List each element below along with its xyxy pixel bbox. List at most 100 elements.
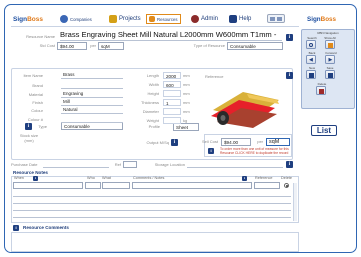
dimension-field[interactable]: 1 (163, 99, 181, 106)
sell-info-icon[interactable]: i (208, 148, 214, 154)
resource-comments-title: Resource Comments (23, 225, 69, 230)
nav-companies-label: Companies (70, 16, 92, 22)
notes-scrollbar[interactable] (293, 183, 297, 221)
storage-info-icon[interactable]: i (286, 161, 293, 168)
note-who-field[interactable] (85, 182, 101, 189)
notes-header-when: When (14, 176, 24, 180)
dimension-label: Thickness (140, 100, 159, 105)
output-label: Output M/Sq (146, 140, 169, 145)
type-label: Type (38, 124, 47, 129)
delete-dot-icon (286, 185, 288, 187)
search-button[interactable] (306, 40, 316, 49)
dimension-label: Height (147, 91, 159, 96)
comments-info-icon[interactable]: i (13, 225, 19, 231)
notes-comments-info-icon[interactable]: i (242, 176, 247, 181)
dimension-field[interactable]: 2000 (163, 72, 181, 79)
show-all-button[interactable] (325, 40, 335, 49)
product-image (207, 82, 287, 130)
reference-label: Reference (205, 74, 224, 79)
dimension-unit: mm (183, 91, 190, 96)
note-comments-field[interactable] (132, 182, 252, 189)
note-delete-button[interactable] (284, 183, 289, 188)
dimension-field[interactable] (163, 117, 181, 124)
search-icon (309, 42, 313, 47)
dimension-unit: mm (183, 100, 190, 105)
type-of-resource-label: Type of Resource (193, 43, 225, 48)
layout-icon-2 (277, 17, 282, 21)
profile-field[interactable]: Sheet (173, 123, 199, 131)
notes-header-who: Who (87, 176, 95, 180)
resource-name-underline (60, 40, 282, 41)
note-when-field[interactable] (13, 182, 83, 189)
show-all-icon (328, 43, 333, 48)
notes-when-info-icon[interactable]: i (33, 176, 38, 181)
header-toggle-button[interactable] (267, 14, 285, 23)
resource-notes-title: Resource Notes (13, 170, 48, 175)
output-info-icon[interactable]: i (171, 139, 178, 146)
ref-field[interactable] (123, 161, 137, 168)
new-button[interactable] (306, 70, 316, 79)
detail-value[interactable]: Brass (63, 72, 75, 77)
detail-label: Colour # (27, 117, 43, 122)
sell-cost-field[interactable]: $94.00 (221, 138, 251, 146)
detail-value[interactable]: Engraving (63, 91, 83, 96)
sell-per-value: sqM (269, 139, 280, 145)
sell-per-field[interactable]: sqM (266, 138, 290, 146)
delete-button[interactable] (316, 86, 326, 95)
type-value: Consumable (64, 124, 90, 129)
forward-button[interactable]: ▶ (325, 55, 335, 64)
nav-admin-label: Admin (201, 16, 219, 22)
notes-header-delete: Delete (281, 176, 292, 180)
note-reference-field[interactable] (254, 182, 280, 189)
forward-arrow-icon: ▶ (328, 56, 333, 63)
nav-help-label: Help (239, 16, 252, 22)
std-per-field[interactable]: sqM (98, 42, 124, 50)
note-what-field[interactable] (102, 182, 130, 189)
nav-admin[interactable]: Admin (191, 15, 218, 23)
note-row-line-3 (13, 210, 291, 211)
type-field[interactable]: Consumable (61, 122, 123, 130)
detail-value[interactable]: Natural (63, 107, 78, 112)
std-cost-field[interactable]: $94.00 (57, 42, 87, 50)
help-icon (229, 15, 237, 23)
comments-field[interactable] (11, 232, 299, 252)
nav-companies[interactable]: Companies (60, 15, 92, 23)
std-cost-label: Std Cost (39, 43, 55, 48)
dimension-label: Diameter (142, 109, 159, 114)
type-of-resource-value: Consumable (230, 44, 256, 49)
nav-help[interactable]: Help (229, 15, 251, 23)
resource-name-value[interactable]: Brass Engraving Sheet Mill Natural L2000… (60, 30, 276, 39)
note-row-line-2 (13, 203, 291, 204)
type-info-icon[interactable]: i (25, 123, 32, 130)
dimension-field[interactable] (163, 90, 181, 97)
duplicate-record-link[interactable]: To order more than one unit of measure f… (220, 147, 290, 155)
dimension-value: 2000 (166, 73, 177, 79)
header-divider (11, 26, 299, 27)
back-arrow-icon: ◀ (309, 56, 313, 63)
storage-location-line[interactable] (187, 167, 283, 168)
layout-icon (270, 17, 275, 21)
type-of-resource-field[interactable]: Consumable (227, 42, 283, 50)
detail-underline (61, 105, 123, 106)
back-button[interactable]: ◀ (306, 55, 316, 64)
sell-cost-value: $94.00 (224, 140, 239, 145)
nav-resources[interactable]: Resources (146, 14, 181, 24)
detail-value[interactable]: Mill (63, 99, 70, 104)
nav-projects[interactable]: Projects (109, 15, 141, 23)
dimension-unit: kg (183, 118, 188, 123)
detail-label: Material (28, 92, 43, 97)
reference-info-icon[interactable]: i (286, 72, 293, 79)
dimension-field[interactable] (163, 108, 181, 115)
resource-name-info-icon[interactable]: i (286, 34, 293, 41)
purchase-date-line[interactable] (43, 167, 109, 168)
detail-underline (61, 113, 123, 114)
sell-per-label: per (257, 139, 263, 144)
dimension-label: Width (148, 82, 159, 87)
dimension-field[interactable]: 600 (163, 81, 181, 88)
companies-icon (60, 15, 68, 23)
ref-label: Ref (114, 162, 121, 167)
dimension-value: 600 (166, 82, 174, 88)
save-button[interactable] (325, 70, 335, 79)
admin-icon (191, 15, 199, 23)
list-button[interactable]: List (311, 125, 337, 136)
